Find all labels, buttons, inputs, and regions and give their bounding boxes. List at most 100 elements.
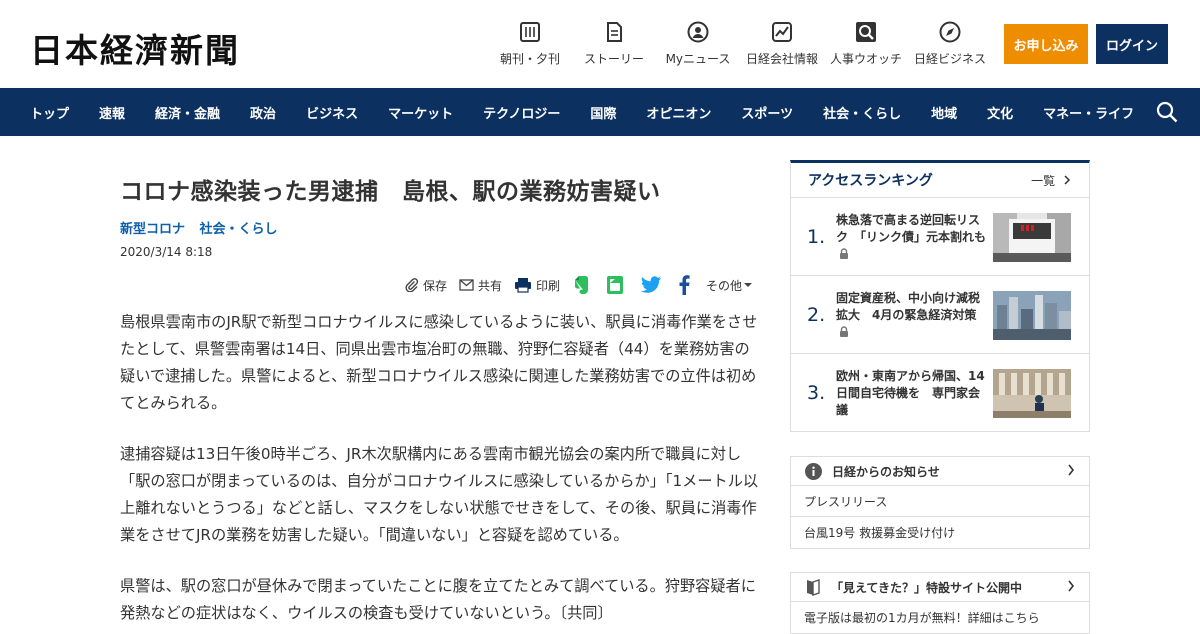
- evernote-button[interactable]: [572, 275, 594, 295]
- ranking-headline: 欧州・東南アから帰国、14日間自宅待機を 専門家会議: [836, 369, 985, 417]
- notice-item[interactable]: 台風19号 救援募金受け付け: [791, 517, 1089, 548]
- chevron-right-icon: [1068, 464, 1075, 476]
- apply-button[interactable]: お申し込み: [1004, 24, 1088, 64]
- article-date: 2020/3/14 8:18: [120, 245, 213, 259]
- share-toolbar: 保存 共有 印刷 その他: [120, 273, 756, 297]
- ranking-thumbnail: [993, 291, 1071, 340]
- header-nav-company-info[interactable]: 日経会社情報: [746, 20, 818, 67]
- header-nav-morning-evening[interactable]: 朝刊・夕刊: [494, 20, 566, 67]
- header-nav-label: 日経ビジネス: [914, 52, 987, 66]
- header-nav-label: Myニュース: [665, 52, 731, 66]
- ranking-item[interactable]: 1. 株急落で高まる逆回転リスク 「リンク債」元本割れも: [791, 198, 1089, 276]
- header-nav-label: 日経会社情報: [746, 52, 819, 66]
- nav-item-culture[interactable]: 文化: [987, 103, 1013, 122]
- header-nav-mynews[interactable]: Myニュース: [662, 20, 734, 67]
- ranking-thumbnail: [993, 213, 1071, 262]
- more-share-label: その他: [705, 278, 742, 293]
- nav-item-politics[interactable]: 政治: [250, 103, 276, 122]
- notice-item[interactable]: プレスリリース: [791, 486, 1089, 517]
- ranking-header: アクセスランキング 一覧: [791, 163, 1089, 198]
- site-logo[interactable]: 日本経濟新聞: [30, 24, 240, 72]
- ranking-text: 欧州・東南アから帰国、14日間自宅待機を 専門家会議: [836, 368, 986, 419]
- article-paragraph: 島根県雲南市のJR駅で新型コロナウイルスに感染しているように装い、駅員に消毒作業…: [120, 313, 758, 412]
- document-icon: [607, 22, 622, 42]
- more-share-dropdown[interactable]: その他: [706, 277, 756, 294]
- notices-title: 日経からのお知らせ: [832, 464, 940, 479]
- topic-link[interactable]: 社会・くらし: [200, 222, 278, 237]
- clip-button[interactable]: [606, 275, 628, 295]
- ranking-item[interactable]: 3. 欧州・東南アから帰国、14日間自宅待機を 専門家会議: [791, 354, 1089, 432]
- notices-header[interactable]: 日経からのお知らせ: [791, 457, 1089, 486]
- facebook-icon: [679, 275, 690, 295]
- ranking-number: 2.: [807, 304, 826, 326]
- nav-item-international[interactable]: 国際: [590, 103, 616, 122]
- share-button[interactable]: 共有: [459, 277, 502, 294]
- nikkei-notices: 日経からのお知らせ プレスリリース 台風19号 救援募金受け付け: [790, 456, 1090, 549]
- chevron-right-icon: [1064, 174, 1071, 185]
- ranking-more-label: 一覧: [1031, 173, 1056, 188]
- nav-item-opinion[interactable]: オピニオン: [646, 103, 711, 122]
- search-button[interactable]: [1156, 101, 1178, 127]
- save-label: 保存: [422, 278, 447, 293]
- newspaper-icon: [520, 22, 540, 42]
- site-header: 日本経濟新聞 朝刊・夕刊 ストーリー Myニュース 日経会社情報 人事ウオッチ …: [0, 0, 1200, 88]
- facebook-button[interactable]: [678, 275, 694, 295]
- header-nav-story[interactable]: ストーリー: [578, 20, 650, 67]
- ranking-text: 固定資産税、中小向け減税拡大 4月の緊急経済対策: [836, 290, 986, 341]
- nav-item-breaking[interactable]: 速報: [99, 103, 125, 122]
- nav-item-economy[interactable]: 経済・金融: [155, 103, 220, 122]
- person-icon: [687, 21, 709, 43]
- header-nav-label: 人事ウオッチ: [830, 52, 903, 66]
- nav-item-technology[interactable]: テクノロジー: [483, 103, 560, 122]
- header-nav: 朝刊・夕刊 ストーリー Myニュース 日経会社情報 人事ウオッチ 日経ビジネス: [494, 20, 998, 67]
- article-body: 島根県雲南市のJR駅で新型コロナウイルスに感染しているように装い、駅員に消毒作業…: [120, 309, 760, 627]
- magnifier-icon: [856, 22, 876, 42]
- ranking-more-link[interactable]: 一覧: [1031, 172, 1071, 189]
- nav-item-market[interactable]: マーケット: [388, 103, 453, 122]
- login-button[interactable]: ログイン: [1096, 24, 1168, 64]
- category-nav: トップ 速報 経済・金融 政治 ビジネス マーケット テクノロジー 国際 オピニ…: [0, 88, 1200, 136]
- chevron-right-icon: [1068, 580, 1075, 592]
- ranking-thumbnail: [993, 369, 1071, 418]
- print-label: 印刷: [535, 278, 560, 293]
- save-button[interactable]: 保存: [405, 277, 447, 294]
- ranking-text: 株急落で高まる逆回転リスク 「リンク債」元本割れも: [836, 212, 986, 263]
- article-paragraph: 逮捕容疑は13日午後0時半ごろ、JR木次駅構内にある雲南市観光協会の案内所で職員…: [120, 445, 759, 544]
- print-button[interactable]: 印刷: [514, 277, 560, 294]
- header-nav-label: 朝刊・夕刊: [499, 52, 560, 66]
- ranking-headline: 固定資産税、中小向け減税拡大 4月の緊急経済対策: [836, 291, 981, 322]
- special-title: 「見えてきた？」特設サイト公開中: [831, 580, 1023, 595]
- lock-icon: [840, 326, 848, 337]
- article-paragraph: 県警は、駅の窓口が昼休みで閉まっていたことに腹を立てたとみて調べている。狩野容疑…: [120, 577, 756, 622]
- special-header[interactable]: 「見えてきた？」特設サイト公開中: [791, 573, 1089, 602]
- chart-icon: [772, 22, 792, 42]
- ranking-number: 1.: [807, 226, 826, 248]
- booklet-icon: [807, 579, 820, 596]
- evernote-icon: [574, 276, 588, 294]
- share-label: 共有: [477, 278, 502, 293]
- search-icon: [1156, 101, 1178, 123]
- twitter-button[interactable]: [640, 276, 666, 294]
- printer-icon: [514, 278, 531, 293]
- header-nav-label: ストーリー: [583, 52, 644, 66]
- topic-link[interactable]: 新型コロナ: [120, 222, 185, 237]
- nav-item-business[interactable]: ビジネス: [306, 103, 358, 122]
- access-ranking: アクセスランキング 一覧 1. 株急落で高まる逆回転リスク 「リンク債」元本割れ…: [790, 160, 1090, 432]
- special-item[interactable]: 電子版は最初の1カ月が無料！詳細はこちら: [791, 602, 1089, 633]
- nav-item-society[interactable]: 社会・くらし: [823, 103, 901, 122]
- nav-item-top[interactable]: トップ: [30, 103, 69, 122]
- lock-icon: [840, 248, 848, 259]
- article-title: コロナ感染装った男逮捕 島根、駅の業務妨害疑い: [120, 179, 661, 205]
- ranking-item[interactable]: 2. 固定資産税、中小向け減税拡大 4月の緊急経済対策: [791, 276, 1089, 354]
- ranking-title: アクセスランキング: [808, 173, 933, 189]
- article-topics: 新型コロナ 社会・くらし: [120, 218, 760, 237]
- nav-item-sports[interactable]: スポーツ: [741, 103, 793, 122]
- header-nav-nikkei-business[interactable]: 日経ビジネス: [914, 20, 986, 67]
- mail-icon: [459, 279, 474, 291]
- paperclip-icon: [405, 278, 419, 292]
- nav-item-money-life[interactable]: マネー・ライフ: [1043, 103, 1134, 122]
- special-site-box: 「見えてきた？」特設サイト公開中 電子版は最初の1カ月が無料！詳細はこちら: [790, 572, 1090, 634]
- nav-item-region[interactable]: 地域: [931, 103, 957, 122]
- article: コロナ感染装った男逮捕 島根、駅の業務妨害疑い 新型コロナ 社会・くらし 202…: [120, 160, 760, 627]
- header-nav-personnel-watch[interactable]: 人事ウオッチ: [830, 20, 902, 67]
